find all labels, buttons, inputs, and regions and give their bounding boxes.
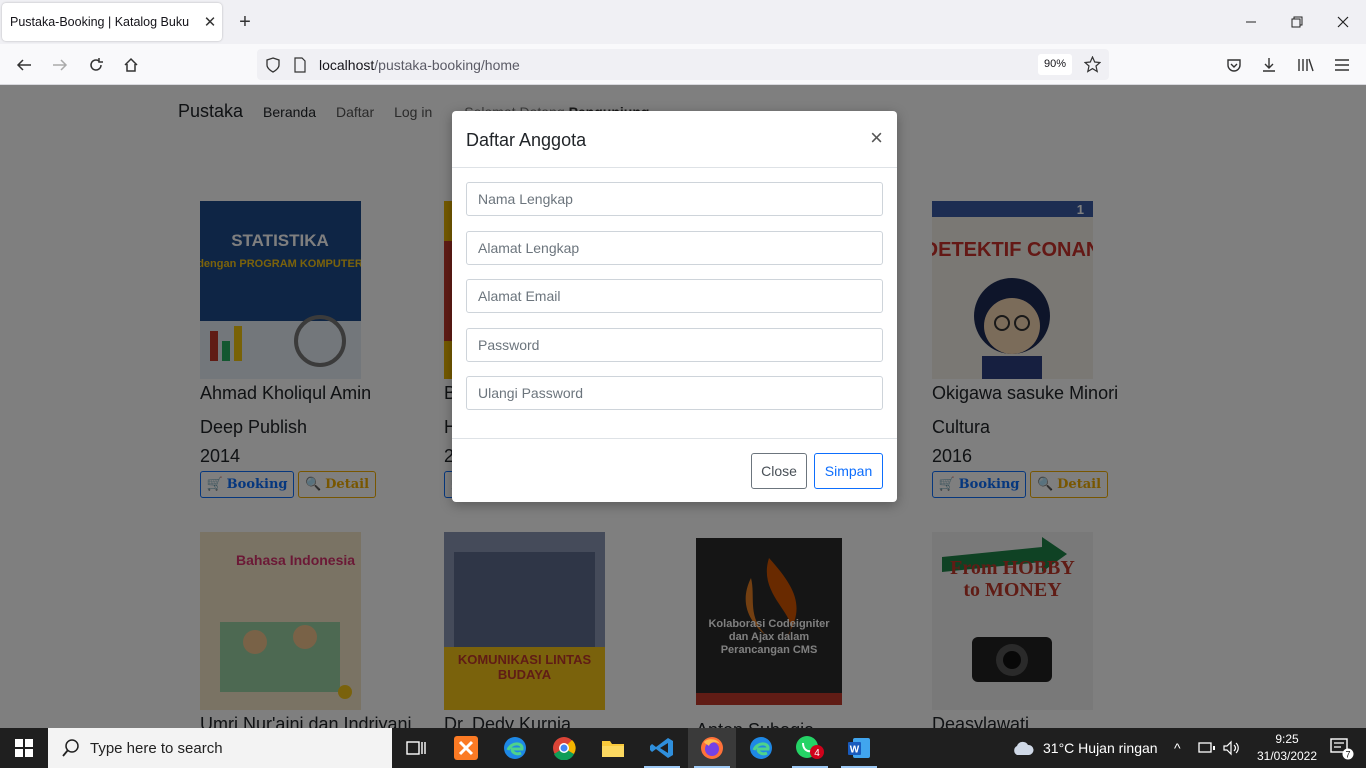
downloads-button[interactable] (1254, 50, 1284, 80)
weather-cloud-icon[interactable] (1011, 740, 1035, 756)
nama-lengkap-input[interactable] (466, 182, 883, 216)
modal-footer: Close Simpan (452, 438, 897, 502)
svg-text:W: W (850, 745, 860, 756)
windows-logo-icon (15, 739, 33, 757)
network-icon[interactable] (1198, 741, 1216, 755)
browser-toolbar: localhost/pustaka-booking/home 90% (0, 44, 1366, 85)
alamat-lengkap-input[interactable] (466, 231, 883, 265)
url-path: /pustaka-booking/home (374, 56, 520, 73)
menu-button[interactable] (1327, 50, 1357, 80)
page-content: Pustaka Beranda Daftar Log in Selamat Da… (0, 85, 1366, 728)
close-icon (1337, 16, 1349, 28)
vscode-app[interactable] (638, 728, 686, 768)
reload-icon (90, 58, 103, 71)
chrome-app[interactable] (540, 728, 588, 768)
address-bar[interactable]: localhost/pustaka-booking/home 90% (257, 49, 1109, 80)
taskbar-search[interactable]: Type here to search (48, 728, 392, 768)
minimize-button[interactable] (1228, 0, 1274, 44)
word-app[interactable]: W (835, 728, 883, 768)
clock-date: 31/03/2022 (1256, 749, 1318, 763)
windows-taskbar: Type here to search 4 W 31°C Hujan ringa… (0, 728, 1366, 768)
firefox-icon (701, 737, 723, 759)
search-placeholder: Type here to search (90, 739, 223, 757)
clock-time: 9:25 (1275, 732, 1299, 746)
xampp-icon (454, 736, 478, 760)
start-button[interactable] (0, 728, 48, 768)
word-icon: W (848, 738, 870, 758)
tray-overflow-chevron-icon[interactable]: ^ (1174, 728, 1181, 768)
pocket-icon (1227, 59, 1241, 72)
shield-icon[interactable] (265, 57, 281, 73)
tab-close-icon[interactable]: ✕ (198, 13, 222, 31)
save-button[interactable]: Simpan (814, 453, 883, 489)
weather-text[interactable]: 31°C Hujan ringan (1043, 728, 1158, 768)
notification-icon: 7 (1330, 738, 1354, 760)
task-view-button[interactable] (392, 728, 440, 768)
back-arrow-icon (16, 59, 31, 71)
edge-dev-app[interactable] (737, 728, 785, 768)
firefox-app[interactable] (688, 728, 736, 768)
bookmark-star-icon[interactable] (1084, 56, 1101, 73)
minimize-icon (1246, 21, 1256, 23)
email-input[interactable] (466, 279, 883, 313)
folder-icon (602, 741, 624, 757)
edge-app[interactable] (491, 728, 539, 768)
back-button[interactable] (9, 50, 39, 80)
taskbar-clock[interactable]: 9:25 31/03/2022 (1255, 731, 1319, 765)
chrome-icon (553, 737, 576, 760)
hamburger-menu-icon (1335, 59, 1349, 71)
url-text[interactable]: localhost/pustaka-booking/home (319, 57, 520, 73)
vscode-icon (650, 738, 673, 758)
browser-tab-bar: Pustaka-Booking | Katalog Buku ✕ + (0, 0, 1366, 44)
task-view-icon (406, 741, 426, 755)
modal-title: Daftar Anggota (466, 130, 587, 150)
register-modal: Daftar Anggota × Close Simpan (452, 111, 897, 502)
confirm-password-input[interactable] (466, 376, 883, 410)
new-tab-button[interactable]: + (232, 9, 258, 35)
xampp-app[interactable] (442, 728, 490, 768)
password-input[interactable] (466, 328, 883, 362)
edge-icon (750, 737, 772, 759)
modal-header: Daftar Anggota × (452, 111, 897, 168)
close-window-button[interactable] (1320, 0, 1366, 44)
forward-arrow-icon (53, 59, 68, 71)
whatsapp-badge: 4 (814, 748, 820, 759)
zoom-level-badge[interactable]: 90% (1038, 54, 1073, 75)
file-explorer-app[interactable] (589, 728, 637, 768)
url-host: localhost (319, 56, 375, 73)
volume-icon[interactable] (1222, 740, 1240, 756)
notification-count: 7 (1345, 750, 1350, 760)
home-button[interactable] (116, 50, 146, 80)
pocket-button[interactable] (1219, 50, 1249, 80)
download-icon (1263, 58, 1275, 72)
whatsapp-app[interactable]: 4 (786, 728, 834, 768)
search-icon (62, 739, 79, 757)
modal-close-icon[interactable]: × (870, 126, 883, 150)
close-button[interactable]: Close (751, 453, 807, 489)
browser-tab[interactable]: Pustaka-Booking | Katalog Buku ✕ (2, 3, 222, 41)
edge-icon (504, 737, 526, 759)
notification-center-button[interactable]: 7 (1318, 728, 1366, 768)
reload-button[interactable] (81, 50, 111, 80)
home-icon (124, 57, 138, 72)
restore-button[interactable] (1274, 0, 1320, 44)
whatsapp-icon: 4 (796, 736, 824, 759)
tab-title: Pustaka-Booking | Katalog Buku (10, 15, 190, 29)
library-icon (1298, 58, 1314, 72)
page-icon (294, 57, 306, 73)
restore-icon (1291, 16, 1303, 28)
forward-button[interactable] (45, 50, 75, 80)
library-button[interactable] (1291, 50, 1321, 80)
